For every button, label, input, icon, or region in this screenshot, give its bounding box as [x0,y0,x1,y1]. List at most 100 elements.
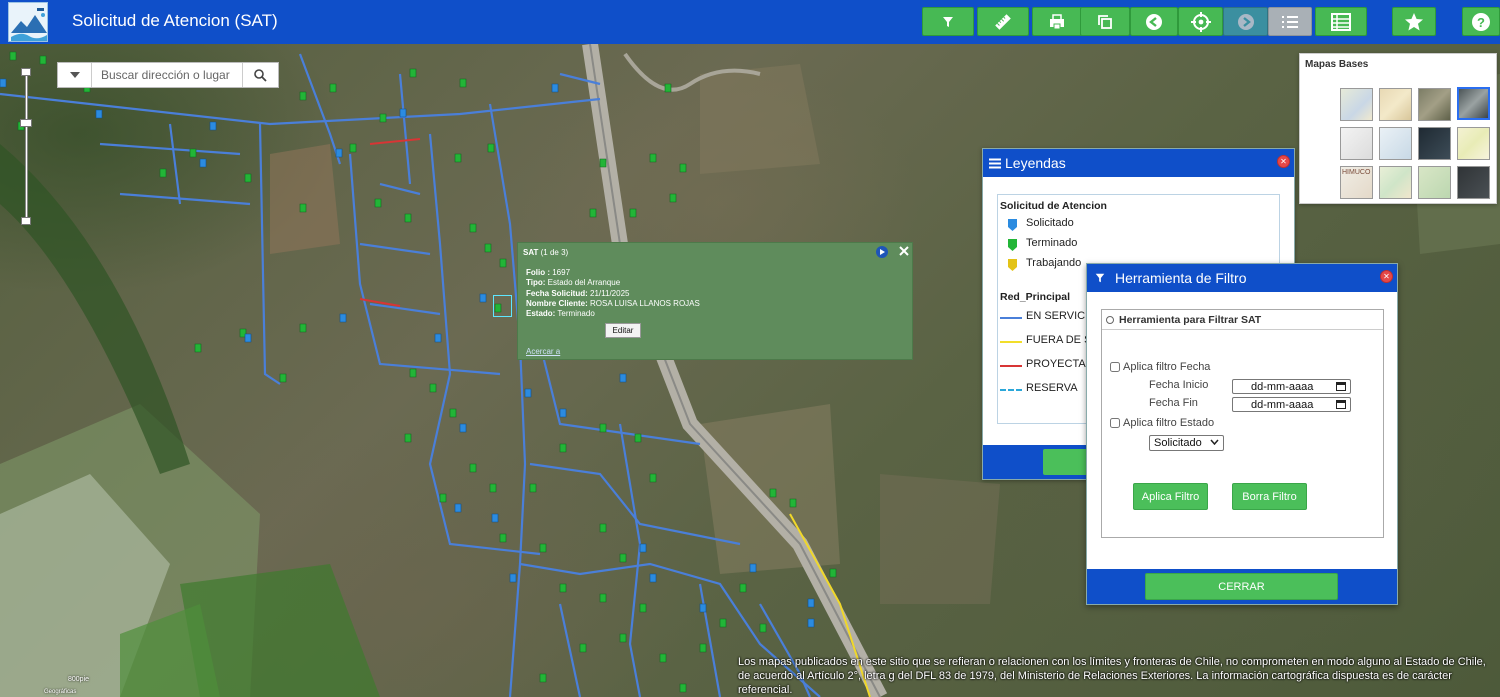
filter-panel: Herramienta de Filtro ✕ Herramienta para… [1086,263,1398,605]
popup-close-button[interactable] [897,245,911,259]
filter-close-button[interactable]: ✕ [1380,270,1393,283]
estado-select-value: Solicitado [1154,437,1202,449]
basemap-light-gray[interactable] [1340,127,1373,160]
filter-icon [1095,273,1105,283]
help-button[interactable]: ? [1462,7,1500,36]
filter-estado-row: Aplica filtro Estado [1110,417,1214,429]
line-swatch-proyectado [1000,365,1022,367]
app-header: Solicitud de Atencion (SAT) ? [0,0,1500,44]
help-icon: ? [1472,12,1490,31]
app-title: Solicitud de Atencion (SAT) [72,11,278,30]
filter-fecha-label: Aplica filtro Fecha [1123,361,1211,373]
basemap-topographic[interactable] [1379,88,1412,121]
map-canvas[interactable]: SAT (1 de 3) Folio : 1697 Tipo: Estado d… [0,44,1500,697]
popup-field-fecha: Fecha Solicitud: 21/11/2025 [526,288,630,298]
favorites-button[interactable] [1392,7,1436,36]
basemap-terrain[interactable] [1379,166,1412,199]
zoom-out-cap[interactable] [21,217,31,225]
filter-estado-checkbox[interactable] [1110,418,1120,428]
popup-edit-button[interactable]: Editar [605,323,641,338]
filter-icon [943,16,953,27]
table-icon [1331,12,1351,31]
legend-item-terminado: Terminado [1026,237,1078,249]
scale-bar-label: 800pie [68,676,90,683]
close-icon [899,246,909,256]
filter-header: Herramienta de Filtro [1087,264,1397,292]
calendar-icon [1336,382,1346,391]
measure-button[interactable] [977,7,1029,36]
filter-footer: CERRAR [1087,569,1397,604]
fecha-fin-input[interactable]: dd-mm-aaaa [1232,397,1351,412]
list-icon [1282,15,1298,28]
table-button[interactable] [1315,7,1367,36]
clear-filter-button[interactable]: Borra Filtro [1232,483,1307,510]
filter-section-header[interactable]: Herramienta para Filtrar SAT [1102,310,1383,330]
legend-title: Leyendas [1005,155,1066,171]
back-button[interactable] [1130,7,1178,36]
legend-item-trabajando: Trabajando [1026,257,1082,269]
filter-button[interactable] [922,7,974,36]
star-icon [1405,12,1423,30]
app-logo [8,2,48,42]
filter-fecha-checkbox[interactable] [1110,362,1120,372]
map-attribution: Geográficas [44,689,77,695]
basemap-physical[interactable] [1418,166,1451,199]
locate-icon [1190,11,1211,32]
map-disclaimer: Los mapas publicados en este sitio que s… [738,656,1486,696]
legend-close-button[interactable]: ✕ [1277,155,1290,168]
fecha-fin-label: Fecha Fin [1149,397,1198,409]
filter-title: Herramienta de Filtro [1115,270,1247,286]
collapse-icon [1106,315,1114,324]
popup-field-cliente: Nombre Cliente: ROSA LUISA LLANOS ROJAS [526,298,700,308]
fecha-inicio-label: Fecha Inicio [1149,379,1209,391]
play-icon [880,249,885,255]
line-swatch-fuera [1000,341,1022,343]
fecha-inicio-input[interactable]: dd-mm-aaaa [1232,379,1351,394]
pin-blue-icon [1008,219,1017,231]
basemap-osm[interactable]: HIMUCO [1340,166,1373,199]
basemap-imagery-labels[interactable] [1457,87,1490,120]
basemap-dark-gray[interactable] [1418,127,1451,160]
fecha-inicio-value: dd-mm-aaaa [1251,380,1314,393]
search-input[interactable] [92,63,242,87]
legend-item-solicitado: Solicitado [1026,217,1074,229]
search-button[interactable] [242,63,278,87]
chevron-down-icon [69,72,80,78]
apply-filter-button[interactable]: Aplica Filtro [1133,483,1208,510]
address-search [57,62,279,88]
fecha-fin-value: dd-mm-aaaa [1251,398,1314,411]
pin-green-icon [1008,239,1017,251]
zoom-slider-track[interactable] [25,72,28,220]
basemap-national-geographic[interactable] [1457,127,1490,160]
basemap-streets[interactable] [1340,88,1373,121]
copy-button[interactable] [1080,7,1130,36]
print-button[interactable] [1032,7,1082,36]
forward-button[interactable] [1223,7,1268,36]
selected-feature-highlight [493,295,512,317]
basemap-oceans[interactable] [1379,127,1412,160]
chevron-down-icon [1210,439,1219,445]
basemap-dark[interactable] [1457,166,1490,199]
legend-header: Leyendas [983,149,1294,177]
filter-section-title: Herramienta para Filtrar SAT [1119,313,1262,326]
zoom-in-cap[interactable] [21,68,31,76]
filter-fecha-row: Aplica filtro Fecha [1110,361,1210,373]
basemap-gallery: Mapas Bases HIMUCO [1299,53,1497,204]
ruler-icon [995,13,1011,30]
popup-next-button[interactable] [876,246,888,258]
line-swatch-reserva [1000,389,1022,391]
forward-icon [1237,13,1254,30]
locate-button[interactable] [1178,7,1223,36]
line-swatch-servicio [1000,317,1022,319]
basemap-osm-label: HIMUCO [1342,169,1371,176]
close-filter-button[interactable]: CERRAR [1145,573,1338,600]
estado-select[interactable]: Solicitado [1149,435,1224,451]
search-source-dropdown[interactable] [58,63,92,87]
basemap-imagery[interactable] [1418,88,1451,121]
zoom-slider-thumb[interactable] [20,119,32,127]
list-button[interactable] [1268,7,1312,36]
legend-section-red: Red_Principal [1000,291,1071,303]
feature-popup: SAT (1 de 3) Folio : 1697 Tipo: Estado d… [517,242,913,360]
popup-zoom-link[interactable]: Acercar a [526,347,560,356]
search-icon [254,68,267,82]
